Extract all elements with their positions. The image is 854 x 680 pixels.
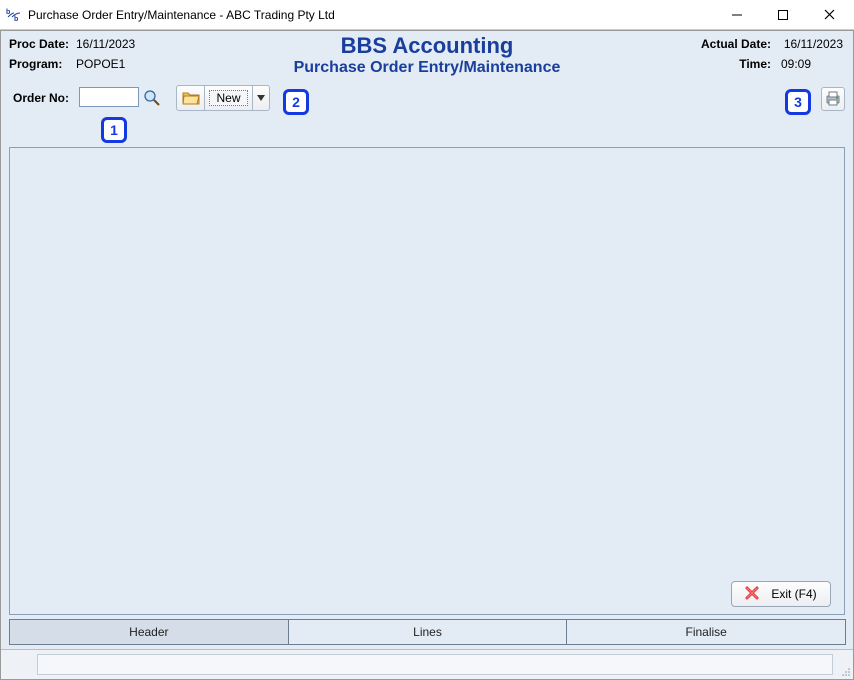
content-area: Proc Date: 16/11/2023 Program: POPOE1 Ac…: [0, 30, 854, 680]
title-bar: b b Purchase Order Entry/Maintenance - A…: [0, 0, 854, 30]
toolbar-row: Order No: New: [1, 85, 853, 115]
close-x-icon: [745, 586, 759, 603]
search-icon[interactable]: [141, 87, 163, 109]
window-buttons: [714, 0, 852, 29]
status-bar: [1, 649, 853, 679]
app-icon: b b: [6, 7, 22, 23]
new-button-label: New: [209, 90, 247, 106]
maximize-button[interactable]: [760, 0, 806, 29]
order-no-input[interactable]: [79, 87, 139, 107]
page-title: Purchase Order Entry/Maintenance: [1, 59, 853, 77]
new-button[interactable]: New: [205, 86, 253, 110]
folder-icon[interactable]: [177, 86, 205, 110]
callout-2: 2: [283, 89, 309, 115]
order-no-label: Order No:: [13, 91, 69, 105]
resize-grip-icon[interactable]: [839, 650, 853, 679]
new-dropdown-arrow[interactable]: [253, 86, 269, 110]
tab-finalise[interactable]: Finalise: [566, 619, 846, 645]
tab-header[interactable]: Header: [9, 619, 289, 645]
new-button-group: New: [176, 85, 270, 111]
callout-1: 1: [101, 117, 127, 143]
callout-3: 3: [785, 89, 811, 115]
app-title: BBS Accounting: [1, 33, 853, 59]
svg-text:b: b: [14, 16, 18, 23]
window-title: Purchase Order Entry/Maintenance - ABC T…: [28, 8, 714, 22]
main-panel: [9, 147, 845, 615]
status-inset: [37, 654, 833, 675]
print-button[interactable]: [821, 87, 845, 111]
header-strip: Proc Date: 16/11/2023 Program: POPOE1 Ac…: [1, 31, 853, 83]
bottom-tabs: Header Lines Finalise: [9, 619, 845, 645]
minimize-button[interactable]: [714, 0, 760, 29]
exit-button[interactable]: Exit (F4): [731, 581, 831, 607]
exit-button-label: Exit (F4): [771, 587, 816, 601]
tab-lines[interactable]: Lines: [288, 619, 568, 645]
close-button[interactable]: [806, 0, 852, 29]
